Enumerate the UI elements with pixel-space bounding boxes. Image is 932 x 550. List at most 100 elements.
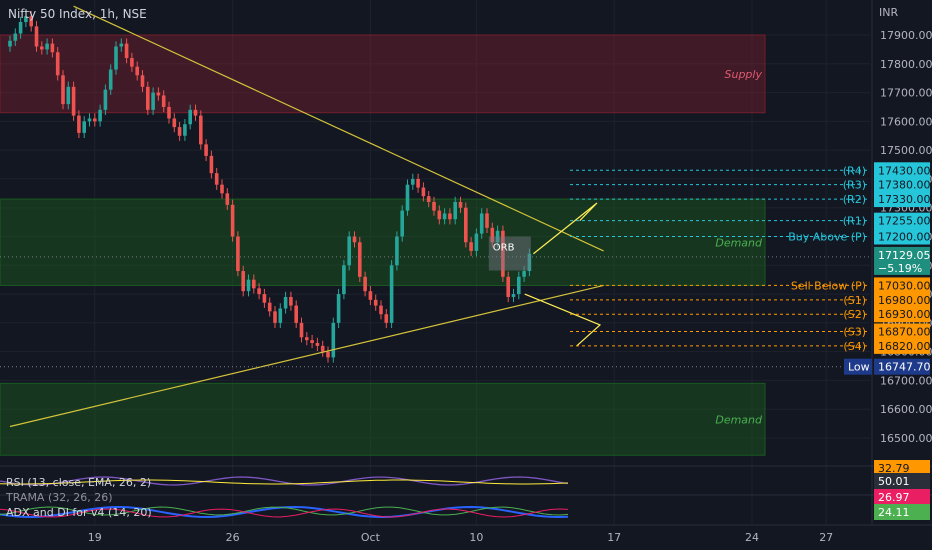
candle[interactable]: [103, 89, 108, 110]
candle[interactable]: [257, 288, 261, 295]
candle[interactable]: [310, 340, 314, 344]
candle[interactable]: [485, 213, 489, 228]
candle[interactable]: [421, 187, 426, 197]
candle[interactable]: [336, 294, 341, 323]
candle[interactable]: [146, 86, 150, 110]
candle[interactable]: [172, 118, 177, 128]
candle[interactable]: [108, 69, 113, 90]
candle[interactable]: [34, 26, 39, 47]
candle[interactable]: [522, 271, 526, 277]
candle[interactable]: [214, 173, 219, 185]
candle[interactable]: [188, 109, 192, 125]
candle[interactable]: [469, 242, 473, 251]
candle[interactable]: [183, 124, 187, 136]
candle[interactable]: [8, 40, 12, 47]
price-chart[interactable]: Supply Demand Demand ORB (R4) (R3)(R2) (R1) Buy…: [0, 0, 932, 550]
candle[interactable]: [199, 115, 203, 145]
candle[interactable]: [273, 311, 277, 323]
candle[interactable]: [442, 213, 447, 220]
candle[interactable]: [400, 210, 404, 237]
candle[interactable]: [517, 276, 521, 295]
candle[interactable]: [151, 92, 155, 110]
candle[interactable]: [426, 196, 431, 202]
candle[interactable]: [236, 236, 240, 272]
candle[interactable]: [98, 109, 102, 122]
candle[interactable]: [93, 118, 97, 122]
candle[interactable]: [71, 86, 76, 116]
candle[interactable]: [294, 305, 298, 323]
adx-indicator-label[interactable]: ADX and DI for v4 (14, 20): [6, 506, 152, 519]
candle[interactable]: [299, 322, 304, 338]
candle[interactable]: [140, 75, 145, 87]
y-tick-label: 16700.00: [880, 374, 932, 387]
candle[interactable]: [363, 276, 367, 292]
candle[interactable]: [252, 279, 256, 289]
candle[interactable]: [305, 337, 309, 341]
candle[interactable]: [326, 351, 330, 358]
candle[interactable]: [395, 236, 399, 266]
price-tag: 17030.00: [878, 279, 931, 292]
candle[interactable]: [379, 305, 383, 315]
candle[interactable]: [458, 201, 463, 208]
candle[interactable]: [50, 43, 55, 53]
candle[interactable]: [437, 210, 442, 220]
candle[interactable]: [506, 276, 510, 297]
candle[interactable]: [167, 106, 171, 119]
candle[interactable]: [156, 92, 161, 96]
candle[interactable]: [130, 58, 134, 67]
candle[interactable]: [389, 265, 394, 323]
candle[interactable]: [246, 279, 251, 292]
candle[interactable]: [384, 314, 389, 323]
candle[interactable]: [66, 86, 71, 105]
candle[interactable]: [82, 121, 86, 133]
candle[interactable]: [241, 271, 245, 292]
candle[interactable]: [474, 233, 479, 251]
candle[interactable]: [225, 193, 230, 205]
candle[interactable]: [405, 184, 410, 211]
candle[interactable]: [411, 178, 415, 185]
candle[interactable]: [220, 184, 224, 194]
candle[interactable]: [352, 236, 357, 243]
candle[interactable]: [368, 291, 373, 300]
candle[interactable]: [511, 294, 516, 297]
candle[interactable]: [61, 75, 65, 105]
candle[interactable]: [320, 345, 325, 352]
candle[interactable]: [347, 236, 351, 266]
candle[interactable]: [432, 201, 436, 211]
candle[interactable]: [267, 302, 272, 312]
candle[interactable]: [209, 155, 214, 174]
candle[interactable]: [114, 46, 118, 70]
candle[interactable]: [373, 299, 378, 306]
candle[interactable]: [289, 296, 293, 306]
candle[interactable]: [278, 308, 283, 323]
candle[interactable]: [448, 213, 452, 220]
candle[interactable]: [161, 95, 166, 107]
candle[interactable]: [315, 343, 320, 346]
candle[interactable]: [135, 66, 139, 76]
candle[interactable]: [358, 242, 362, 277]
candle[interactable]: [416, 178, 420, 188]
candle[interactable]: [13, 33, 18, 41]
candle[interactable]: [193, 109, 198, 116]
candle[interactable]: [55, 52, 60, 76]
candle[interactable]: [40, 46, 44, 50]
candle[interactable]: [87, 118, 92, 122]
candle[interactable]: [283, 296, 288, 309]
rsi-indicator-label[interactable]: RSI (13, close, EMA, 26, 2): [6, 476, 151, 489]
candle[interactable]: [77, 115, 81, 133]
candle[interactable]: [204, 144, 208, 156]
candle[interactable]: [177, 127, 182, 136]
candle[interactable]: [230, 204, 235, 237]
candle[interactable]: [124, 43, 129, 59]
pivot-level-label: (R3): [843, 179, 866, 192]
candle[interactable]: [262, 294, 267, 303]
candle[interactable]: [45, 43, 49, 50]
candle[interactable]: [18, 22, 23, 34]
candle[interactable]: [453, 201, 457, 220]
candle[interactable]: [342, 265, 346, 295]
candle[interactable]: [479, 213, 484, 234]
candle[interactable]: [331, 322, 336, 358]
candle[interactable]: [119, 43, 124, 47]
candle[interactable]: [464, 207, 468, 243]
trama-indicator-label[interactable]: TRAMA (32, 26, 26): [6, 491, 113, 504]
